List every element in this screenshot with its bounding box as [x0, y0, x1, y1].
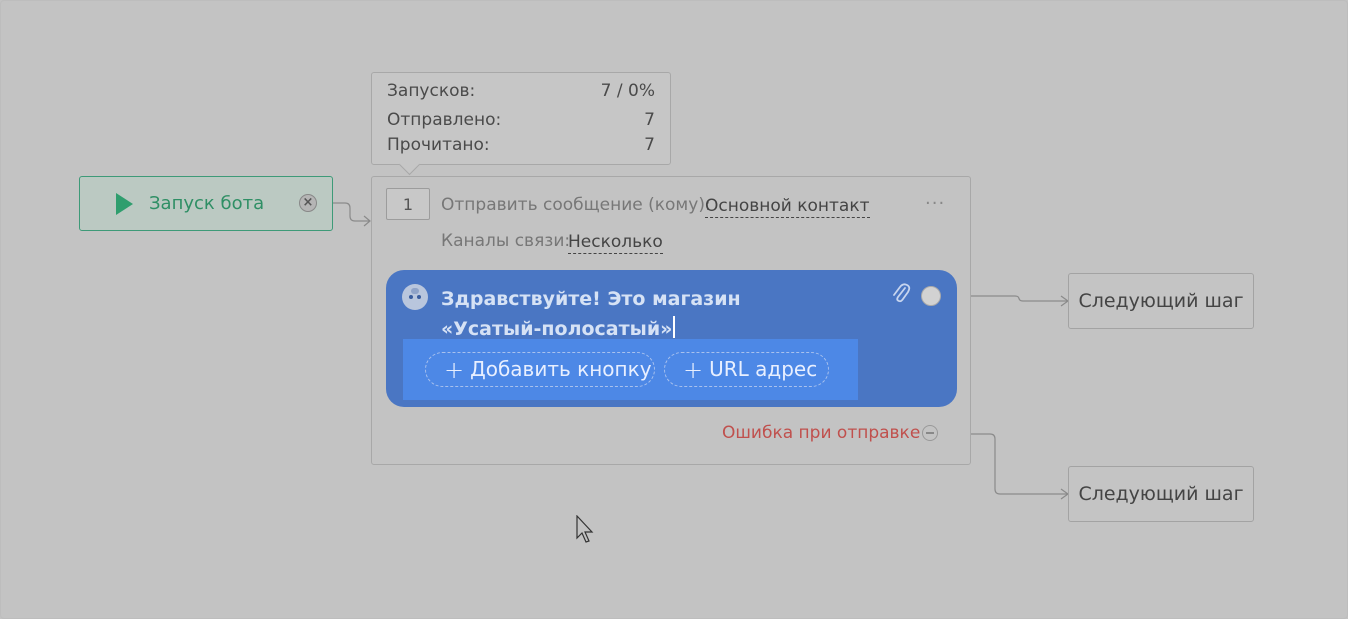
error-output-port[interactable]	[922, 425, 938, 441]
paperclip-icon[interactable]	[891, 282, 911, 306]
recipient-select[interactable]: Основной контакт	[705, 195, 870, 218]
read-label: Прочитано:	[387, 135, 490, 155]
stats-launches-row: Запусков: 7 / 0%	[387, 79, 655, 104]
add-url-label: URL адрес	[709, 357, 818, 381]
send-message-node[interactable]: 1 Отправить сообщение (кому): Основной к…	[371, 176, 971, 465]
read-value: 7	[644, 135, 655, 155]
close-icon[interactable]: ×	[299, 194, 317, 212]
launches-value: 7 / 0%	[600, 81, 655, 101]
start-bot-node[interactable]: Запуск бота ×	[79, 176, 333, 231]
message-text-editor[interactable]: Здравствуйте! Это магазин «Усатый-полоса…	[441, 284, 841, 344]
message-text: Здравствуйте! Это магазин «Усатый-полоса…	[441, 288, 741, 340]
more-options-icon[interactable]: ···	[925, 193, 945, 214]
text-caret	[673, 316, 676, 338]
play-icon	[116, 192, 133, 215]
send-error-label: Ошибка при отправке	[722, 423, 921, 443]
channels-label: Каналы связи:	[441, 231, 571, 251]
buttons-area: + Добавить кнопку + URL адрес	[403, 339, 858, 400]
next-step-node[interactable]: Следующий шаг	[1068, 273, 1254, 329]
launches-label: Запусков:	[387, 81, 476, 101]
plus-icon: +	[444, 356, 465, 384]
add-button-button[interactable]: + Добавить кнопку	[425, 352, 655, 387]
add-url-button[interactable]: + URL адрес	[664, 352, 829, 387]
channels-select[interactable]: Несколько	[568, 231, 663, 254]
message-bubble[interactable]: Здравствуйте! Это магазин «Усатый-полоса…	[386, 270, 957, 407]
add-button-label: Добавить кнопку	[470, 357, 652, 381]
bot-avatar-icon	[402, 284, 428, 310]
start-bot-label: Запуск бота	[149, 193, 265, 214]
next-step-node[interactable]: Следующий шаг	[1068, 466, 1254, 522]
stats-sent-row: Отправлено: 7	[387, 108, 655, 133]
stats-read-row: Прочитано: 7	[387, 133, 655, 158]
stats-tooltip: Запусков: 7 / 0% Отправлено: 7 Прочитано…	[371, 72, 671, 176]
plus-icon: +	[683, 356, 704, 384]
send-message-label: Отправить сообщение (кому):	[441, 195, 711, 215]
mouse-cursor-icon	[576, 515, 594, 543]
message-output-port[interactable]	[921, 286, 941, 306]
sent-label: Отправлено:	[387, 110, 502, 130]
step-number: 1	[386, 188, 430, 220]
sent-value: 7	[644, 110, 655, 130]
